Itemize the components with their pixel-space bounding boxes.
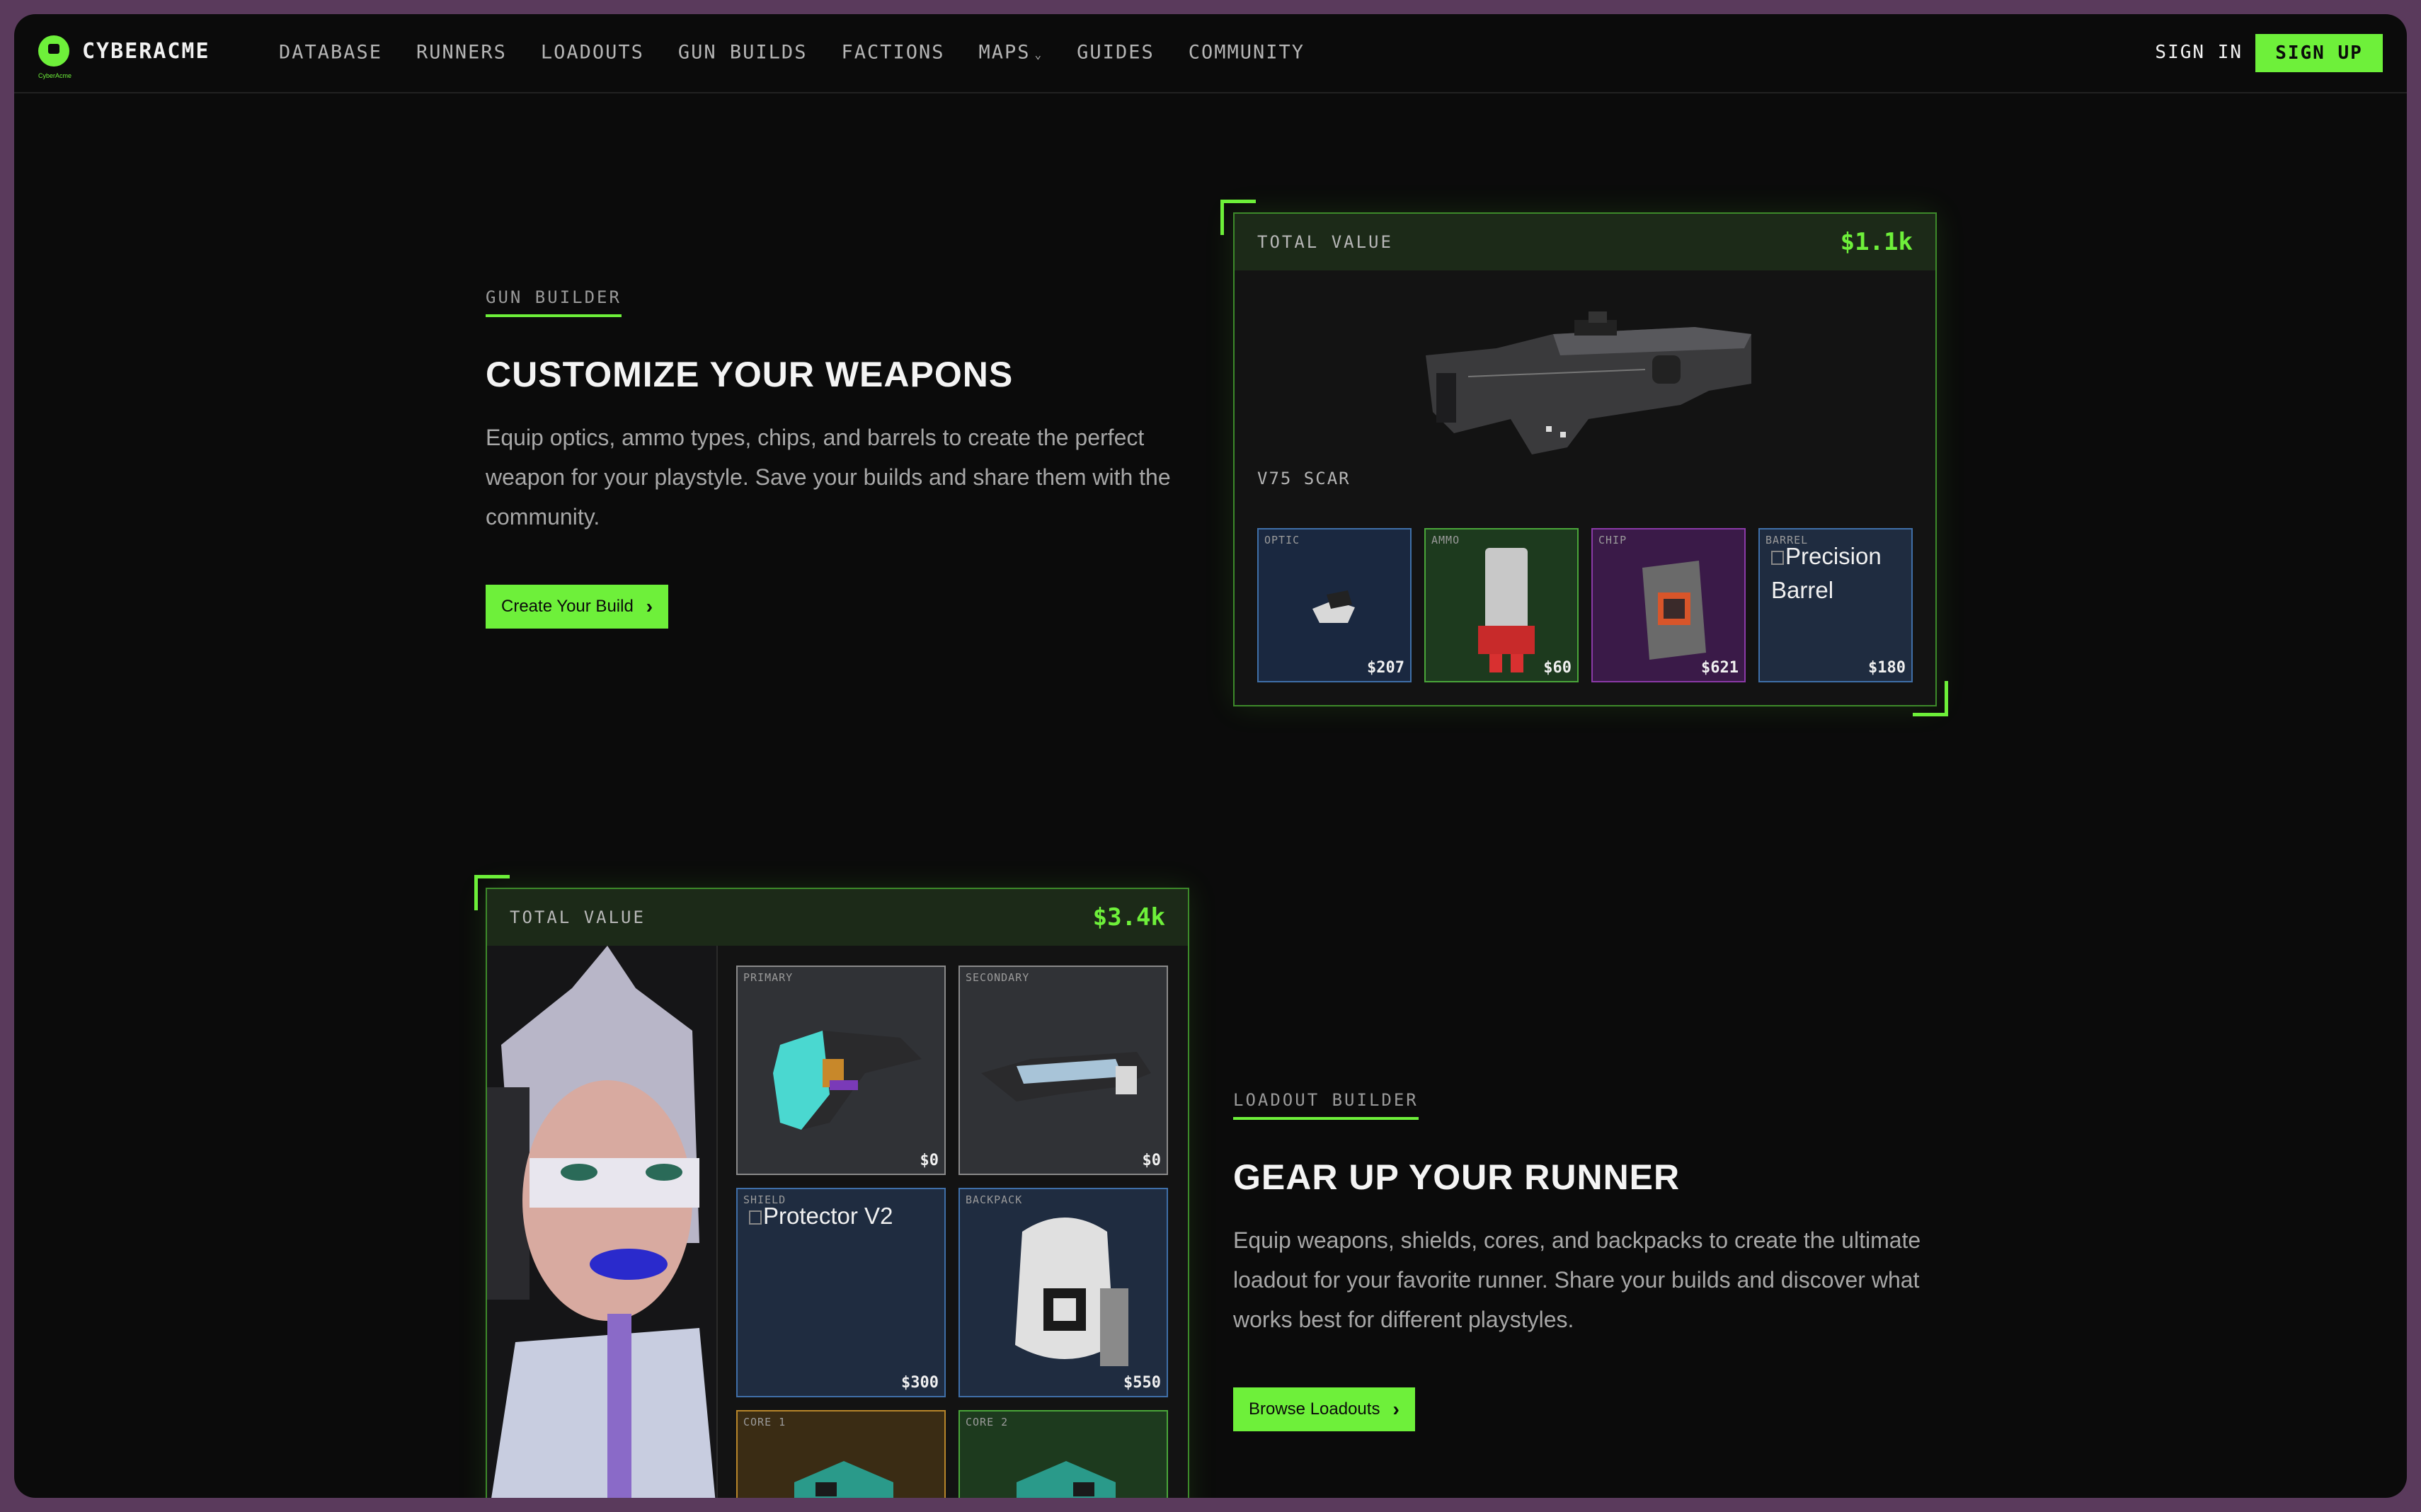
logo-sub-label: CyberAcme bbox=[38, 72, 72, 79]
total-value-label: TOTAL VALUE bbox=[1257, 232, 1393, 252]
total-value-label: TOTAL VALUE bbox=[510, 907, 646, 927]
ammo-image bbox=[1478, 548, 1535, 672]
chevron-right-icon: › bbox=[646, 595, 653, 617]
create-build-button[interactable]: Create Your Build › bbox=[486, 585, 669, 629]
gun-builder-title: CUSTOMIZE YOUR WEAPONS bbox=[486, 355, 1014, 394]
nav-link-database[interactable]: DATABASE bbox=[279, 42, 382, 64]
logo[interactable]: CyberAcme CYBERACME bbox=[38, 35, 210, 79]
core-1-slot[interactable]: CORE 1 bbox=[736, 1410, 946, 1498]
create-build-label: Create Your Build bbox=[501, 597, 634, 616]
nav-link-guides[interactable]: GUIDES bbox=[1077, 42, 1155, 64]
optic-slot[interactable]: OPTIC $207 bbox=[1257, 528, 1412, 682]
broken-image-alt: Precision Barrel bbox=[1771, 539, 1913, 607]
nav-link-loadouts[interactable]: LOADOUTS bbox=[541, 42, 644, 64]
gun-builder-eyebrow: GUN BUILDER bbox=[486, 287, 622, 317]
broken-image-icon bbox=[1771, 551, 1784, 566]
chevron-right-icon: › bbox=[1392, 1398, 1400, 1420]
slot-price: $550 bbox=[1123, 1374, 1161, 1392]
secondary-slot[interactable]: SECONDARY $0 bbox=[958, 966, 1168, 1175]
logo-icon: CyberAcme bbox=[38, 35, 71, 79]
secondary-weapon-image bbox=[981, 1052, 1151, 1101]
loadout-builder-eyebrow: LOADOUT BUILDER bbox=[1233, 1090, 1419, 1120]
slot-price: $207 bbox=[1367, 659, 1404, 677]
core-2-image bbox=[1017, 1461, 1116, 1498]
weapon-image bbox=[1426, 311, 1751, 454]
loadout-builder-title: GEAR UP YOUR RUNNER bbox=[1233, 1157, 1681, 1197]
slot-price: $300 bbox=[901, 1374, 939, 1392]
primary-slot[interactable]: PRIMARY $0 bbox=[736, 966, 946, 1175]
weapon-name: V75 SCAR bbox=[1257, 469, 1351, 488]
slot-price: $60 bbox=[1543, 659, 1572, 677]
nav-links: DATABASE RUNNERS LOADOUTS GUN BUILDS FAC… bbox=[279, 42, 1339, 64]
gun-builder-description: Equip optics, ammo types, chips, and bar… bbox=[486, 425, 1171, 529]
loadout-builder-description: Equip weapons, shields, cores, and backp… bbox=[1233, 1227, 1921, 1332]
nav-link-maps[interactable]: MAPS ⌄ bbox=[979, 42, 1043, 64]
slot-label: AMMO bbox=[1431, 534, 1460, 546]
card-header: TOTAL VALUE $3.4k bbox=[487, 889, 1188, 946]
chip-slot[interactable]: CHIP $621 bbox=[1591, 528, 1746, 682]
nav-link-community[interactable]: COMMUNITY bbox=[1189, 42, 1305, 64]
optic-image bbox=[1312, 590, 1355, 623]
browse-loadouts-button[interactable]: Browse Loadouts › bbox=[1233, 1387, 1415, 1431]
slot-label: PRIMARY bbox=[743, 971, 794, 984]
ammo-slot[interactable]: AMMO $60 bbox=[1424, 528, 1579, 682]
top-navbar: CyberAcme CYBERACME DATABASE RUNNERS LOA… bbox=[14, 14, 2407, 93]
core-1-image bbox=[794, 1461, 893, 1498]
browse-loadouts-label: Browse Loadouts bbox=[1249, 1399, 1380, 1419]
broken-image-alt: Protector V2 bbox=[749, 1199, 947, 1233]
slot-price: $0 bbox=[1142, 1152, 1162, 1169]
slot-label: CORE 2 bbox=[966, 1416, 1009, 1428]
total-value-amount: $1.1k bbox=[1840, 228, 1913, 256]
sign-in-link[interactable]: SIGN IN bbox=[2155, 42, 2243, 63]
backpack-image bbox=[1015, 1218, 1128, 1366]
slot-label: OPTIC bbox=[1264, 534, 1300, 546]
chip-image bbox=[1642, 561, 1706, 660]
nav-link-gun-builds[interactable]: GUN BUILDS bbox=[678, 42, 808, 64]
logo-text: CYBERACME bbox=[82, 38, 210, 64]
nav-link-maps-label: MAPS bbox=[978, 41, 1031, 64]
gun-build-card[interactable]: TOTAL VALUE $1.1k V75 SCAR OPTIC $207 AM… bbox=[1233, 212, 1937, 706]
loadout-card[interactable]: TOTAL VALUE $3.4k PRIMARY $0 SECONDARY $… bbox=[486, 888, 1189, 1498]
chevron-down-icon: ⌄ bbox=[1034, 47, 1043, 62]
nav-link-runners[interactable]: RUNNERS bbox=[416, 42, 507, 64]
nav-link-factions[interactable]: FACTIONS bbox=[841, 42, 944, 64]
runner-image bbox=[487, 946, 716, 1498]
slot-label: CHIP bbox=[1598, 534, 1627, 546]
slot-price: $621 bbox=[1701, 659, 1739, 677]
slot-label: CORE 1 bbox=[743, 1416, 786, 1428]
slot-price: $180 bbox=[1868, 659, 1906, 677]
primary-weapon-image bbox=[773, 1031, 922, 1130]
total-value-amount: $3.4k bbox=[1092, 903, 1165, 932]
card-header: TOTAL VALUE $1.1k bbox=[1235, 214, 1935, 270]
shield-slot[interactable]: SHIELD Protector V2 $300 bbox=[736, 1188, 946, 1397]
app-window: CyberAcme CYBERACME DATABASE RUNNERS LOA… bbox=[14, 14, 2407, 1498]
broken-image-icon bbox=[749, 1210, 762, 1225]
runner-portrait bbox=[487, 946, 718, 1498]
core-2-slot[interactable]: CORE 2 bbox=[958, 1410, 1168, 1498]
slot-price: $0 bbox=[920, 1152, 939, 1169]
barrel-alt-text: Precision Barrel bbox=[1771, 543, 1882, 603]
backpack-slot[interactable]: BACKPACK $550 bbox=[958, 1188, 1168, 1397]
sign-up-button[interactable]: SIGN UP bbox=[2255, 34, 2383, 72]
barrel-slot[interactable]: BARREL Precision Barrel $180 bbox=[1758, 528, 1913, 682]
shield-alt-text: Protector V2 bbox=[763, 1203, 893, 1229]
slot-label: SECONDARY bbox=[966, 971, 1030, 984]
